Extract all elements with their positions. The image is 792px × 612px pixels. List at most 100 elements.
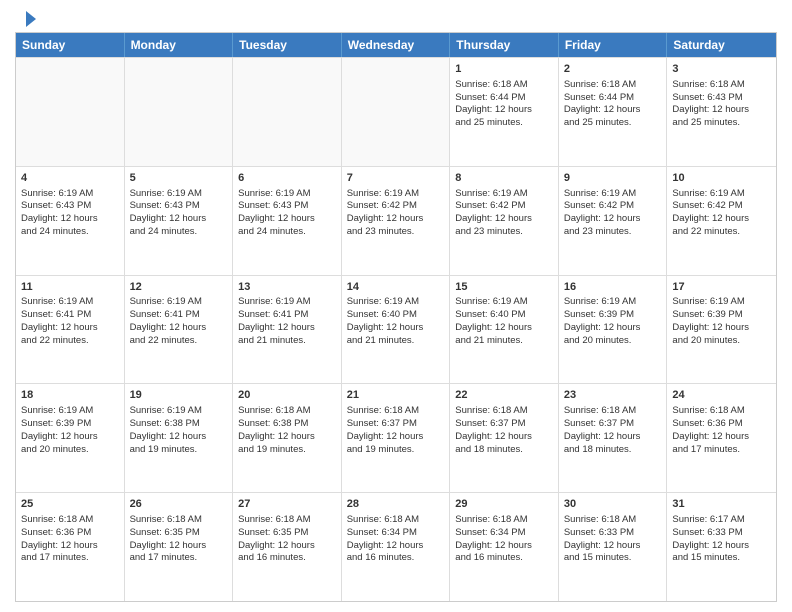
day-info-line: and 21 minutes.: [347, 335, 445, 348]
day-info-line: Sunset: 6:37 PM: [455, 418, 553, 431]
day-info-line: Sunrise: 6:19 AM: [455, 188, 553, 201]
cal-cell-empty: [342, 58, 451, 166]
day-info-line: Daylight: 12 hours: [672, 431, 771, 444]
day-info-line: Sunrise: 6:18 AM: [564, 514, 662, 527]
day-info-line: Daylight: 12 hours: [564, 322, 662, 335]
day-info-line: Sunset: 6:43 PM: [238, 200, 336, 213]
day-info-line: Sunrise: 6:18 AM: [347, 514, 445, 527]
cal-cell-day: 25Sunrise: 6:18 AMSunset: 6:36 PMDayligh…: [16, 493, 125, 601]
day-info-line: Sunset: 6:41 PM: [21, 309, 119, 322]
day-number: 20: [238, 388, 336, 403]
day-info-line: Sunset: 6:42 PM: [672, 200, 771, 213]
day-number: 12: [130, 280, 228, 295]
day-number: 6: [238, 171, 336, 186]
calendar-week: 25Sunrise: 6:18 AMSunset: 6:36 PMDayligh…: [16, 492, 776, 601]
day-info-line: Daylight: 12 hours: [347, 213, 445, 226]
cal-cell-day: 6Sunrise: 6:19 AMSunset: 6:43 PMDaylight…: [233, 167, 342, 275]
day-info-line: Sunset: 6:34 PM: [347, 527, 445, 540]
day-info-line: Sunset: 6:35 PM: [130, 527, 228, 540]
day-info-line: and 15 minutes.: [564, 552, 662, 565]
day-number: 31: [672, 497, 771, 512]
cal-cell-day: 23Sunrise: 6:18 AMSunset: 6:37 PMDayligh…: [559, 384, 668, 492]
day-info-line: and 24 minutes.: [238, 226, 336, 239]
cal-header-day: Tuesday: [233, 33, 342, 57]
day-info-line: Sunset: 6:44 PM: [564, 92, 662, 105]
cal-cell-day: 5Sunrise: 6:19 AMSunset: 6:43 PMDaylight…: [125, 167, 234, 275]
day-info-line: Sunrise: 6:19 AM: [455, 296, 553, 309]
day-info-line: Daylight: 12 hours: [21, 213, 119, 226]
day-info-line: Daylight: 12 hours: [347, 322, 445, 335]
day-info-line: and 20 minutes.: [564, 335, 662, 348]
day-info-line: Sunset: 6:43 PM: [672, 92, 771, 105]
day-info-line: Sunset: 6:40 PM: [455, 309, 553, 322]
day-info-line: and 19 minutes.: [347, 444, 445, 457]
day-info-line: Daylight: 12 hours: [238, 322, 336, 335]
day-info-line: Sunset: 6:42 PM: [455, 200, 553, 213]
day-number: 17: [672, 280, 771, 295]
day-info-line: Sunset: 6:40 PM: [347, 309, 445, 322]
cal-cell-day: 9Sunrise: 6:19 AMSunset: 6:42 PMDaylight…: [559, 167, 668, 275]
cal-cell-day: 15Sunrise: 6:19 AMSunset: 6:40 PMDayligh…: [450, 276, 559, 384]
day-info-line: Sunrise: 6:19 AM: [130, 405, 228, 418]
day-info-line: Sunrise: 6:18 AM: [130, 514, 228, 527]
day-info-line: Daylight: 12 hours: [564, 540, 662, 553]
cal-cell-day: 22Sunrise: 6:18 AMSunset: 6:37 PMDayligh…: [450, 384, 559, 492]
logo: [15, 10, 36, 24]
day-info-line: Sunrise: 6:18 AM: [21, 514, 119, 527]
cal-cell-day: 20Sunrise: 6:18 AMSunset: 6:38 PMDayligh…: [233, 384, 342, 492]
day-info-line: Daylight: 12 hours: [130, 322, 228, 335]
cal-cell-day: 8Sunrise: 6:19 AMSunset: 6:42 PMDaylight…: [450, 167, 559, 275]
day-number: 27: [238, 497, 336, 512]
day-info-line: Sunset: 6:36 PM: [672, 418, 771, 431]
day-info-line: and 22 minutes.: [21, 335, 119, 348]
day-info-line: Sunrise: 6:19 AM: [347, 188, 445, 201]
cal-cell-day: 13Sunrise: 6:19 AMSunset: 6:41 PMDayligh…: [233, 276, 342, 384]
day-info-line: Sunset: 6:33 PM: [672, 527, 771, 540]
day-info-line: Sunset: 6:38 PM: [238, 418, 336, 431]
day-number: 8: [455, 171, 553, 186]
day-info-line: Sunrise: 6:18 AM: [672, 405, 771, 418]
day-info-line: Daylight: 12 hours: [21, 322, 119, 335]
cal-cell-day: 30Sunrise: 6:18 AMSunset: 6:33 PMDayligh…: [559, 493, 668, 601]
day-info-line: Sunrise: 6:18 AM: [455, 405, 553, 418]
day-info-line: Sunset: 6:42 PM: [564, 200, 662, 213]
day-info-line: and 25 minutes.: [564, 117, 662, 130]
day-info-line: Sunrise: 6:19 AM: [21, 188, 119, 201]
day-info-line: Daylight: 12 hours: [238, 213, 336, 226]
day-info-line: and 19 minutes.: [130, 444, 228, 457]
day-info-line: and 17 minutes.: [21, 552, 119, 565]
day-number: 3: [672, 62, 771, 77]
day-info-line: and 16 minutes.: [238, 552, 336, 565]
day-info-line: Sunset: 6:39 PM: [564, 309, 662, 322]
day-number: 7: [347, 171, 445, 186]
day-info-line: Sunset: 6:43 PM: [21, 200, 119, 213]
day-info-line: Sunset: 6:37 PM: [347, 418, 445, 431]
day-number: 29: [455, 497, 553, 512]
day-info-line: and 25 minutes.: [672, 117, 771, 130]
day-info-line: and 18 minutes.: [564, 444, 662, 457]
day-info-line: and 22 minutes.: [130, 335, 228, 348]
day-info-line: Sunrise: 6:18 AM: [455, 514, 553, 527]
cal-cell-day: 29Sunrise: 6:18 AMSunset: 6:34 PMDayligh…: [450, 493, 559, 601]
calendar: SundayMondayTuesdayWednesdayThursdayFrid…: [15, 32, 777, 602]
cal-cell-day: 14Sunrise: 6:19 AMSunset: 6:40 PMDayligh…: [342, 276, 451, 384]
day-info-line: and 23 minutes.: [455, 226, 553, 239]
day-info-line: Daylight: 12 hours: [21, 431, 119, 444]
cal-cell-day: 17Sunrise: 6:19 AMSunset: 6:39 PMDayligh…: [667, 276, 776, 384]
day-info-line: Sunrise: 6:19 AM: [564, 296, 662, 309]
day-info-line: Daylight: 12 hours: [130, 431, 228, 444]
cal-cell-day: 28Sunrise: 6:18 AMSunset: 6:34 PMDayligh…: [342, 493, 451, 601]
day-number: 18: [21, 388, 119, 403]
day-info-line: Sunrise: 6:18 AM: [347, 405, 445, 418]
day-info-line: Daylight: 12 hours: [21, 540, 119, 553]
day-number: 2: [564, 62, 662, 77]
day-info-line: Sunset: 6:43 PM: [130, 200, 228, 213]
cal-header-day: Thursday: [450, 33, 559, 57]
day-info-line: and 22 minutes.: [672, 226, 771, 239]
day-info-line: Sunset: 6:33 PM: [564, 527, 662, 540]
day-info-line: Sunrise: 6:18 AM: [564, 79, 662, 92]
day-info-line: Daylight: 12 hours: [672, 322, 771, 335]
day-info-line: Sunrise: 6:19 AM: [564, 188, 662, 201]
day-number: 9: [564, 171, 662, 186]
day-number: 25: [21, 497, 119, 512]
